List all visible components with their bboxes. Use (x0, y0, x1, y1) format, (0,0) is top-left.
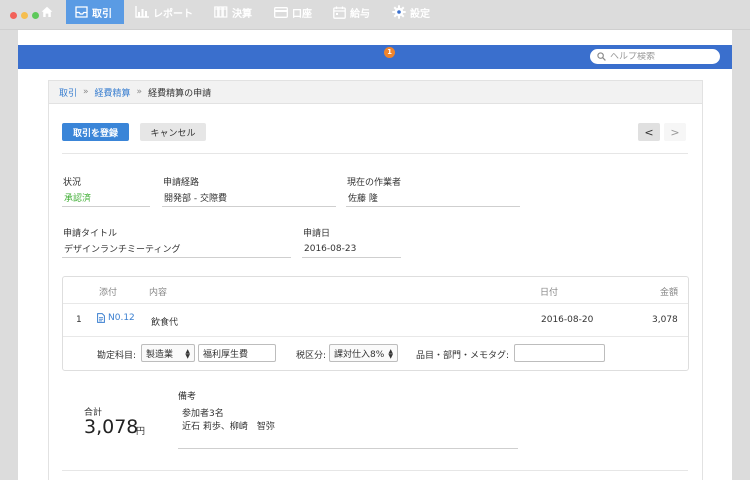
account-item-input[interactable]: 福利厚生費 (198, 344, 276, 362)
nav-kouza[interactable]: 口座 (274, 0, 312, 24)
title-value: デザインランチミーティング (62, 240, 291, 258)
account-category-select[interactable]: 製造業 ▲ ▼ (141, 344, 195, 362)
cancel-button[interactable]: キャンセル (140, 123, 206, 141)
divider (62, 153, 688, 154)
nav-settei[interactable]: 設定 (392, 0, 430, 24)
tax-label: 税区分: (296, 351, 327, 361)
document-icon (97, 313, 105, 323)
memo-tag-input[interactable] (514, 344, 605, 362)
row-content: 飲食代 (151, 318, 179, 328)
close-window-icon[interactable] (10, 12, 17, 19)
nav-kyuuyo[interactable]: 給与 (333, 0, 370, 24)
gear-icon (392, 5, 406, 19)
header-amount: 金額 (660, 288, 679, 298)
tax-category-value: 課対仕入8% (334, 349, 385, 360)
register-transaction-button[interactable]: 取引を登録 (62, 123, 129, 141)
divider (62, 470, 688, 471)
notes-label: 備考 (178, 392, 197, 402)
nav-torihiki[interactable]: 取引 (66, 0, 124, 24)
account-category-value: 製造業 (146, 349, 174, 360)
nav-home[interactable] (38, 0, 56, 24)
worker-label: 現在の作業者 (347, 178, 402, 188)
prev-button[interactable]: < (638, 123, 660, 141)
total-amount: 3,078 (84, 416, 139, 438)
nav-label: 決算 (232, 8, 252, 20)
date-label: 申請日 (303, 229, 331, 239)
status-label: 状況 (63, 178, 82, 188)
nav-label: 口座 (292, 8, 312, 20)
bar-chart-icon (135, 6, 149, 18)
breadcrumb-keihi[interactable]: 経費精算 (95, 86, 131, 99)
books-icon (214, 6, 228, 18)
select-arrows-icon: ▲ ▼ (388, 348, 393, 360)
row-divider (63, 336, 688, 337)
nav-label: 取引 (92, 8, 112, 20)
next-button[interactable]: > (664, 123, 686, 141)
calendar-icon (333, 6, 346, 19)
home-icon (41, 6, 53, 17)
notes-line: 近石 莉歩、柳崎 智弥 (182, 422, 275, 432)
minimize-window-icon[interactable] (21, 12, 28, 19)
tag-label: 品目・部門・メモタグ: (416, 351, 510, 361)
browser-frame-right (732, 30, 750, 480)
date-value: 2016-08-23 (302, 240, 401, 258)
browser-frame-left (0, 30, 18, 480)
nav-kessan[interactable]: 決算 (214, 0, 252, 24)
breadcrumb: 取引 » 経費精算 » 経費精算の申請 (48, 80, 703, 104)
tax-category-select[interactable]: 課対仕入8% ▲ ▼ (329, 344, 398, 362)
nav-label: レポート (153, 8, 193, 20)
worker-value: 佐藤 隆 (346, 189, 520, 207)
search-icon (597, 52, 606, 61)
account-label: 勘定科目: (97, 351, 137, 361)
notes-underline (178, 448, 518, 449)
row-amount: 3,078 (652, 315, 678, 325)
nav-label: 給与 (350, 8, 370, 20)
title-label: 申請タイトル (63, 229, 118, 239)
help-search[interactable] (590, 49, 720, 64)
breadcrumb-separator: » (136, 87, 143, 97)
header-date: 日付 (540, 288, 559, 298)
notes-line: 参加者3名 (182, 409, 224, 419)
route-label: 申請経路 (163, 178, 200, 188)
breadcrumb-torihiki[interactable]: 取引 (59, 86, 77, 99)
row-divider (63, 303, 688, 304)
attachment-link[interactable]: N0.12 (97, 313, 135, 323)
nav-report[interactable]: レポート (135, 0, 193, 24)
status-value: 承認済 (62, 189, 150, 207)
breadcrumb-current: 経費精算の申請 (148, 88, 212, 99)
inbox-icon (75, 6, 88, 18)
attachment-label: N0.12 (108, 313, 135, 323)
card-icon (274, 6, 288, 18)
select-arrows-icon: ▲ ▼ (185, 348, 190, 360)
row-date: 2016-08-20 (541, 315, 594, 325)
route-value: 開発部 - 交際費 (162, 189, 336, 207)
total-currency: 円 (136, 427, 146, 437)
nav-label: 設定 (410, 8, 430, 20)
header-content: 内容 (149, 288, 168, 298)
header-attachment: 添付 (99, 288, 118, 298)
help-search-input[interactable] (610, 51, 715, 62)
row-index: 1 (76, 315, 82, 325)
breadcrumb-separator: » (83, 87, 89, 97)
notification-badge[interactable]: 1 (384, 47, 395, 58)
